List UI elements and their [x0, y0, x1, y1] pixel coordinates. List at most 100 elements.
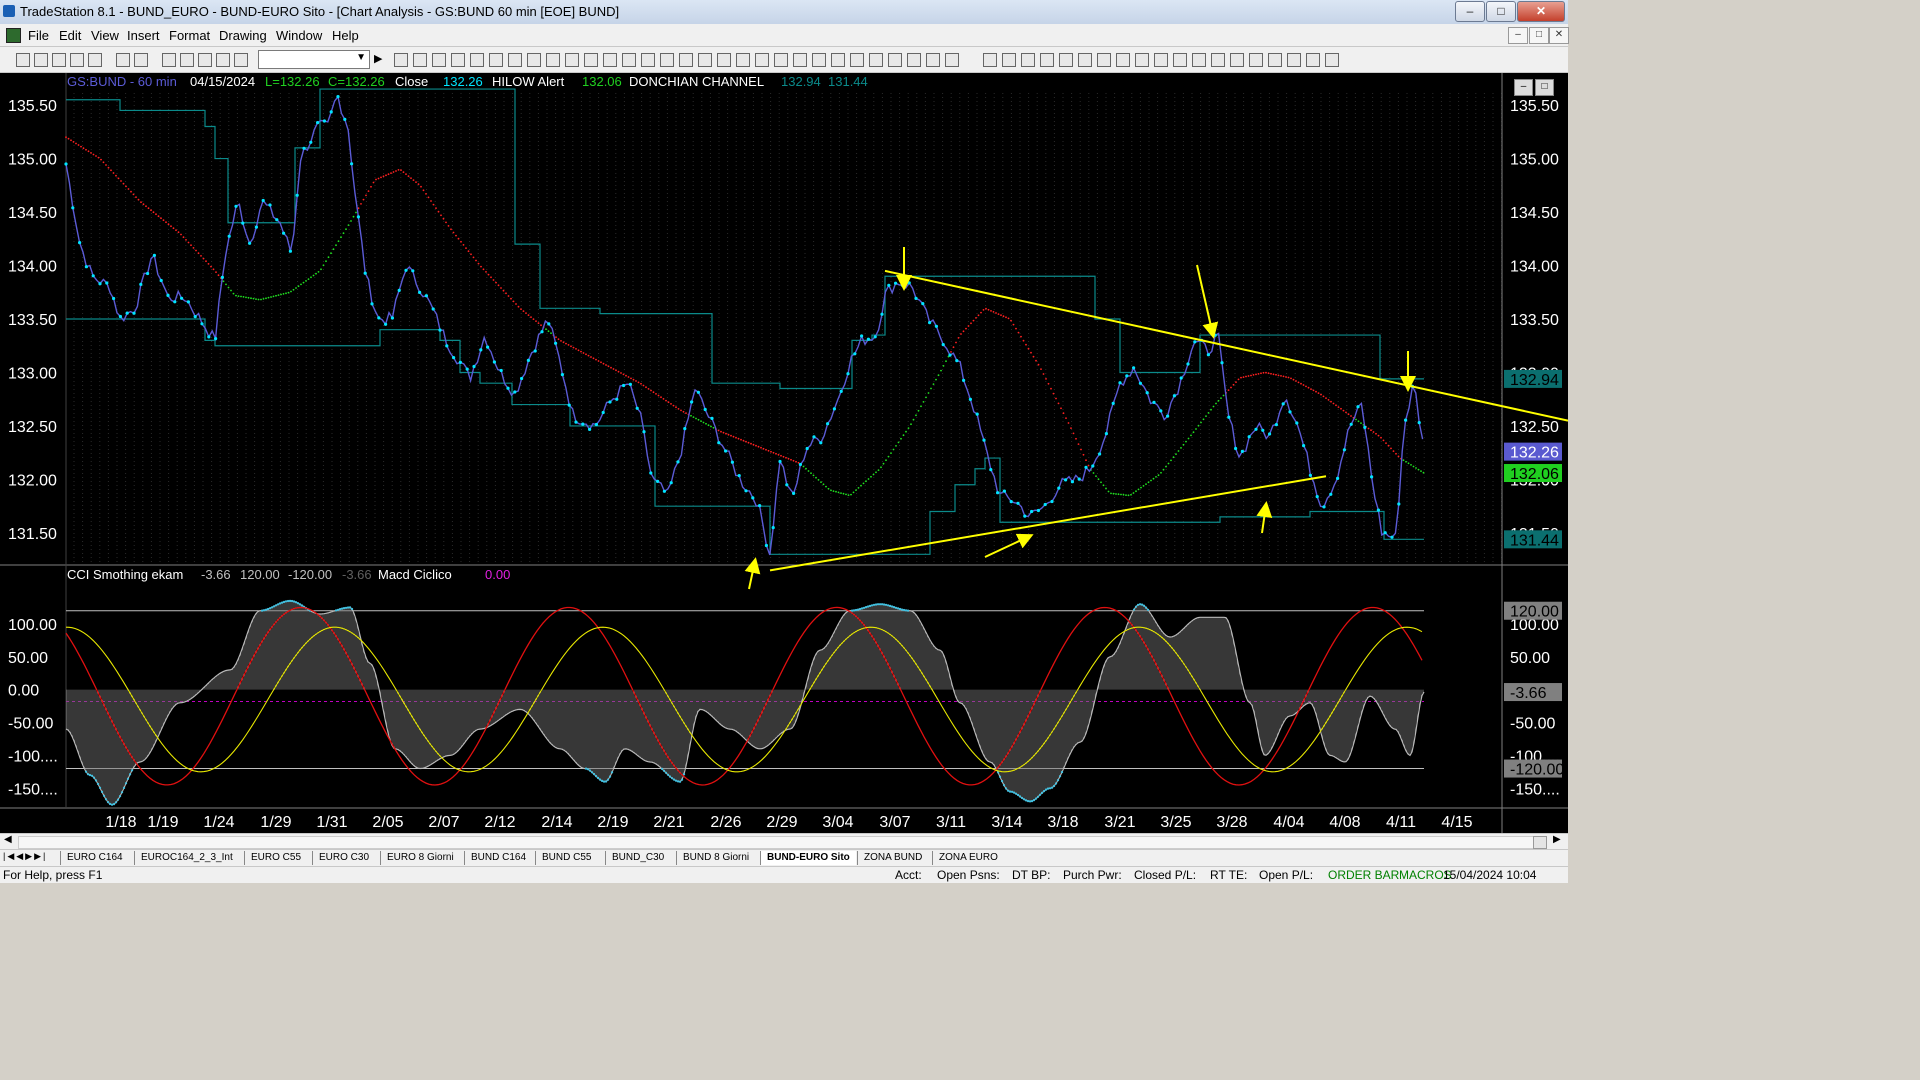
toolbar-icon[interactable] — [1002, 53, 1016, 67]
tab-euro-8-giorni[interactable]: EURO 8 Giorni — [380, 851, 460, 865]
toolbar-icon[interactable] — [1249, 53, 1263, 67]
menu-edit[interactable]: Edit — [59, 28, 81, 43]
toolbar-icon[interactable] — [736, 53, 750, 67]
toolbar-icon[interactable] — [831, 53, 845, 67]
toolbar-icon[interactable] — [1021, 53, 1035, 67]
toolbar-icon[interactable] — [180, 53, 194, 67]
chart-area[interactable]: 135.50 135.50 135.00 135.00 134.50 134.50 134.… — [0, 73, 1569, 833]
maximize-button[interactable]: □ — [1486, 1, 1516, 22]
tab-bund-8-giorni[interactable]: BUND 8 Giorni — [676, 851, 755, 865]
tab-nav-icon[interactable]: |◀◀▶▶| — [3, 851, 47, 862]
toolbar-icon[interactable] — [603, 53, 617, 67]
toolbar-icon[interactable] — [134, 53, 148, 67]
toolbar-icon[interactable] — [489, 53, 503, 67]
chart-window-icon[interactable] — [6, 28, 21, 43]
toolbar-icon[interactable] — [774, 53, 788, 67]
toolbar-icon[interactable] — [1230, 53, 1244, 67]
minimize-button[interactable]: – — [1455, 1, 1485, 22]
tab-euro-c164[interactable]: EURO C164 — [60, 851, 129, 865]
menu-format[interactable]: Format — [169, 28, 210, 43]
tab-bund-euro-sito[interactable]: BUND-EURO Sito — [760, 851, 856, 865]
toolbar-icon[interactable] — [698, 53, 712, 67]
toolbar-icon[interactable] — [234, 53, 248, 67]
tab-euroc164-2-3-int[interactable]: EUROC164_2_3_Int — [134, 851, 239, 865]
menu-view[interactable]: View — [91, 28, 119, 43]
toolbar-icon[interactable] — [1040, 53, 1054, 67]
toolbar-icon[interactable] — [584, 53, 598, 67]
toolbar-icon[interactable] — [162, 53, 176, 67]
toolbar-icon[interactable] — [679, 53, 693, 67]
toolbar-icon[interactable] — [565, 53, 579, 67]
toolbar-icon[interactable] — [1192, 53, 1206, 67]
toolbar-icon[interactable] — [70, 53, 84, 67]
toolbar-icon[interactable] — [717, 53, 731, 67]
toolbar-icon[interactable] — [907, 53, 921, 67]
mdi-close-button[interactable]: ✕ — [1549, 27, 1569, 44]
toolbar-icon[interactable] — [527, 53, 541, 67]
toolbar-icon[interactable] — [1097, 53, 1111, 67]
tab-euro-c30[interactable]: EURO C30 — [312, 851, 375, 865]
toolbar-icon[interactable] — [926, 53, 940, 67]
toolbar-icon[interactable] — [1059, 53, 1073, 67]
toolbar-icon[interactable] — [432, 53, 446, 67]
menu-drawing[interactable]: Drawing — [219, 28, 267, 43]
panel-restore-button[interactable]: □ — [1535, 79, 1554, 96]
tab-bund-c164[interactable]: BUND C164 — [464, 851, 532, 865]
symbol-dropdown[interactable]: ▼ — [258, 50, 370, 69]
toolbar-icon[interactable] — [660, 53, 674, 67]
close-button[interactable]: ✕ — [1517, 1, 1565, 22]
toolbar-icon[interactable] — [198, 53, 212, 67]
toolbar-icon[interactable] — [1135, 53, 1149, 67]
scroll-left-icon[interactable]: ◀ — [4, 834, 12, 845]
mdi-restore-button[interactable]: □ — [1529, 27, 1549, 44]
tab-zona-bund[interactable]: ZONA BUND — [857, 851, 928, 865]
horizontal-scrollbar[interactable]: ◀ ▶ — [0, 833, 1568, 850]
toolbar-icon[interactable] — [850, 53, 864, 67]
toolbar-icon[interactable] — [622, 53, 636, 67]
toolbar-icon[interactable] — [812, 53, 826, 67]
toolbar-icon[interactable] — [945, 53, 959, 67]
menu-file[interactable]: File — [28, 28, 49, 43]
toolbar-icon[interactable] — [869, 53, 883, 67]
scroll-right-icon[interactable]: ▶ — [1553, 834, 1561, 845]
toolbar-icon[interactable] — [983, 53, 997, 67]
toolbar-icon[interactable] — [641, 53, 655, 67]
toolbar-icon[interactable] — [1154, 53, 1168, 67]
toolbar-icon[interactable] — [1306, 53, 1320, 67]
mdi-minimize-button[interactable]: – — [1508, 27, 1528, 44]
tab-euro-c55[interactable]: EURO C55 — [244, 851, 307, 865]
tab-bund-c55[interactable]: BUND C55 — [535, 851, 597, 865]
toolbar-icon[interactable] — [116, 53, 130, 67]
scroll-track[interactable] — [18, 836, 1534, 849]
tab-bund-c30[interactable]: BUND_C30 — [605, 851, 670, 865]
scroll-thumb[interactable] — [1533, 836, 1547, 849]
toolbar-icon[interactable] — [1287, 53, 1301, 67]
toolbar-icon[interactable] — [793, 53, 807, 67]
toolbar-icon[interactable] — [1116, 53, 1130, 67]
chart-canvas[interactable]: 135.50 135.50 135.00 135.00 134.50 134.50 134.… — [0, 73, 1569, 833]
toolbar-icon[interactable] — [508, 53, 522, 67]
toolbar-icon[interactable] — [1268, 53, 1282, 67]
toolbar-icon[interactable] — [755, 53, 769, 67]
toolbar-icon[interactable] — [1325, 53, 1339, 67]
toolbar-icon[interactable] — [451, 53, 465, 67]
toolbar-icon[interactable] — [16, 53, 30, 67]
tab-zona-euro[interactable]: ZONA EURO — [932, 851, 1004, 865]
toolbar-icon[interactable] — [1078, 53, 1092, 67]
status-order-bar[interactable]: ORDER BAR — [1328, 868, 1399, 882]
menu-insert[interactable]: Insert — [127, 28, 160, 43]
toolbar-icon[interactable] — [1173, 53, 1187, 67]
play-icon[interactable]: ▶ — [374, 52, 382, 65]
toolbar-icon[interactable] — [394, 53, 408, 67]
menu-help[interactable]: Help — [332, 28, 359, 43]
menu-window[interactable]: Window — [276, 28, 322, 43]
toolbar-icon[interactable] — [216, 53, 230, 67]
panel-minimize-button[interactable]: – — [1514, 79, 1533, 96]
toolbar-icon[interactable] — [34, 53, 48, 67]
toolbar-icon[interactable] — [546, 53, 560, 67]
toolbar-icon[interactable] — [413, 53, 427, 67]
toolbar-icon[interactable] — [88, 53, 102, 67]
toolbar-icon[interactable] — [1211, 53, 1225, 67]
toolbar-icon[interactable] — [470, 53, 484, 67]
toolbar-icon[interactable] — [52, 53, 66, 67]
